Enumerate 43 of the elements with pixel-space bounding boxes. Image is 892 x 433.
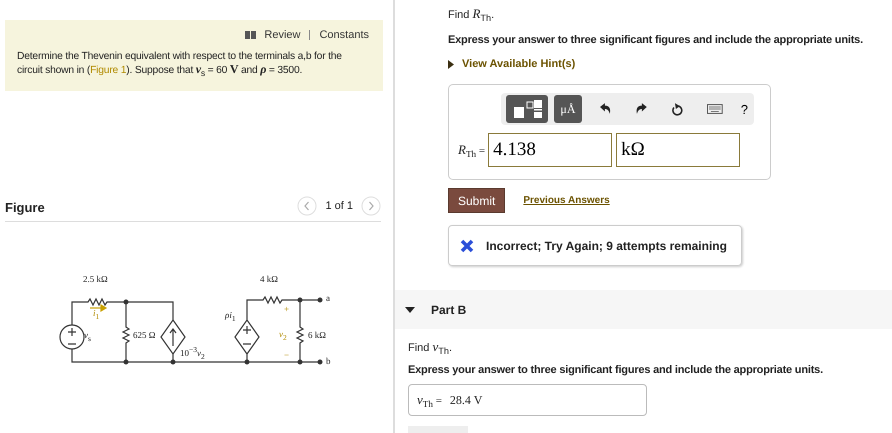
question-text: Find R$_{Th}$. bbox=[448, 6, 496, 26]
redo-icon[interactable] bbox=[635, 103, 648, 116]
circuit-label: 10$^{−3}$v$_{2}$ bbox=[180, 344, 205, 362]
undo-icon[interactable] bbox=[600, 103, 612, 116]
part-header[interactable]: Part B bbox=[395, 290, 892, 330]
units-button[interactable]: μÅ bbox=[554, 95, 582, 124]
circuit-label: 4 kΩ bbox=[260, 274, 278, 285]
circuit-label: i$_{1}$ bbox=[93, 308, 100, 322]
circuit-label: 625 Ω bbox=[133, 330, 156, 341]
caret-icon bbox=[448, 60, 454, 69]
circuit-label: a bbox=[326, 293, 330, 304]
info-link[interactable]: Review bbox=[264, 29, 300, 41]
instruction-text: Express your answer to three significant figures and include the appropriate units. bbox=[408, 364, 824, 376]
templates-button[interactable] bbox=[506, 95, 548, 124]
reset-icon[interactable] bbox=[671, 102, 684, 116]
answer-field[interactable]: v$_{Th}$ = 28.4 V bbox=[408, 384, 647, 416]
answer-label: R$_{Th}$ = bbox=[458, 142, 486, 159]
circuit-label: + bbox=[284, 304, 290, 315]
problem-text: Determine the Thevenin equivalent with respect to the terminals a,b for the circuit shown in (Figure 1). Suppose that v$_{s}$ = 60 V and ρ = 3500. bbox=[17, 50, 343, 80]
book-icon bbox=[245, 31, 256, 39]
keyboard-icon[interactable] bbox=[707, 104, 723, 114]
figure-title: Figure bbox=[5, 200, 45, 215]
info-link[interactable]: Constants bbox=[319, 29, 369, 41]
circuit-label: 6 kΩ bbox=[308, 330, 326, 341]
value-field[interactable]: 4.138 bbox=[488, 133, 612, 168]
hint-link[interactable]: View Available Hint(s) bbox=[448, 58, 892, 70]
previous-answers-link[interactable]: Previous Answers bbox=[523, 195, 610, 206]
page-counter: 1 of 1 bbox=[325, 200, 353, 212]
instruction-text: Express your answer to three significant figures and include the appropriate units. bbox=[448, 34, 864, 46]
submit-button[interactable]: Submit bbox=[448, 188, 506, 214]
question-text: Find v$_{Th}$. bbox=[408, 339, 453, 358]
close-icon bbox=[460, 238, 474, 253]
help-button[interactable]: ? bbox=[740, 95, 748, 124]
feedback-text: Incorrect; Try Again; 9 attempts remaining bbox=[486, 238, 727, 253]
answer-label: v$_{Th}$ = bbox=[417, 392, 442, 409]
unit-field[interactable]: kΩ bbox=[616, 133, 740, 168]
circuit-label: − bbox=[284, 350, 290, 361]
circuit-label: v$_{2}$ bbox=[279, 329, 287, 343]
circuit-label: v$_{s}$ bbox=[84, 330, 91, 344]
circuit-label: 2.5 kΩ bbox=[83, 274, 108, 285]
answer-value: 28.4 V bbox=[450, 392, 482, 408]
circuit-label: b bbox=[326, 356, 330, 367]
circuit-label: ρi$_{1}$ bbox=[225, 310, 236, 324]
